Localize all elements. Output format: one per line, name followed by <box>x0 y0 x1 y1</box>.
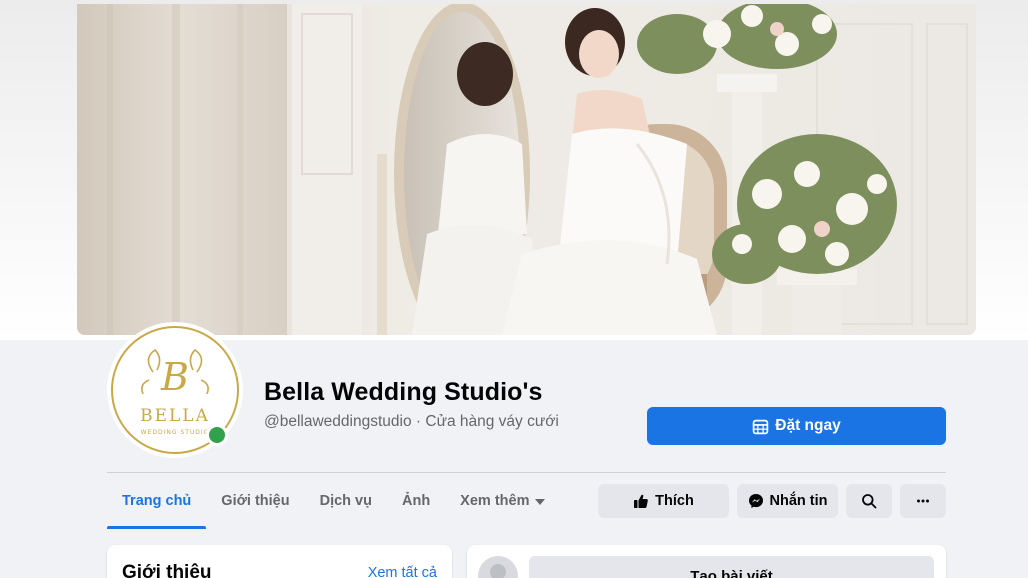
cover-photo-image <box>77 4 976 335</box>
like-label: Thích <box>655 493 694 509</box>
intro-title: Giới thiệu <box>122 562 212 578</box>
logo-monogram: B <box>160 355 189 399</box>
search-icon <box>862 494 877 509</box>
logo-brand: BELLA <box>140 406 210 426</box>
book-now-button[interactable]: Đặt ngay <box>647 407 946 445</box>
subtitle-separator: · <box>411 413 426 430</box>
create-post-button[interactable]: Tạo bài viết <box>529 556 934 578</box>
calendar-icon <box>753 419 769 434</box>
book-now-label: Đặt ngay <box>775 417 841 434</box>
online-status-dot <box>206 424 228 446</box>
tab-photos-label: Ảnh <box>401 493 431 509</box>
page-title: Bella Wedding Studio's <box>264 378 543 406</box>
search-button[interactable] <box>846 484 892 518</box>
page-subtitle: @bellaweddingstudio · Cửa hàng váy cưới <box>264 413 559 431</box>
tab-services[interactable]: Dịch vụ <box>305 473 387 529</box>
create-post-label: Tạo bài viết <box>690 567 773 578</box>
message-label: Nhắn tin <box>769 493 828 509</box>
more-icon <box>917 499 929 503</box>
tab-more-label: Xem thêm <box>460 493 530 509</box>
cover-photo[interactable] <box>77 4 976 335</box>
chevron-down-icon <box>535 499 546 505</box>
tab-about-label: Giới thiệu <box>221 493 290 509</box>
tab-more[interactable]: Xem thêm <box>445 473 560 529</box>
like-button[interactable]: Thích <box>598 484 729 518</box>
tab-about[interactable]: Giới thiệu <box>206 473 304 529</box>
page-tabs: Trang chủ Giới thiệu Dịch vụ Ảnh Xem thê… <box>107 473 560 529</box>
tab-photos[interactable]: Ảnh <box>387 473 445 529</box>
page-category[interactable]: Cửa hàng váy cưới <box>425 413 558 430</box>
tab-home-label: Trang chủ <box>122 493 192 509</box>
thumbs-up-icon <box>634 494 648 508</box>
more-options-button[interactable] <box>900 484 946 518</box>
messenger-icon <box>748 494 763 508</box>
tab-services-label: Dịch vụ <box>319 493 372 509</box>
tab-home[interactable]: Trang chủ <box>107 473 207 529</box>
message-button[interactable]: Nhắn tin <box>737 484 838 518</box>
see-all-link[interactable]: Xem tất cả <box>368 565 437 578</box>
page-handle[interactable]: @bellaweddingstudio <box>264 413 412 430</box>
logo-tagline: WEDDING STUDIO <box>141 429 210 436</box>
